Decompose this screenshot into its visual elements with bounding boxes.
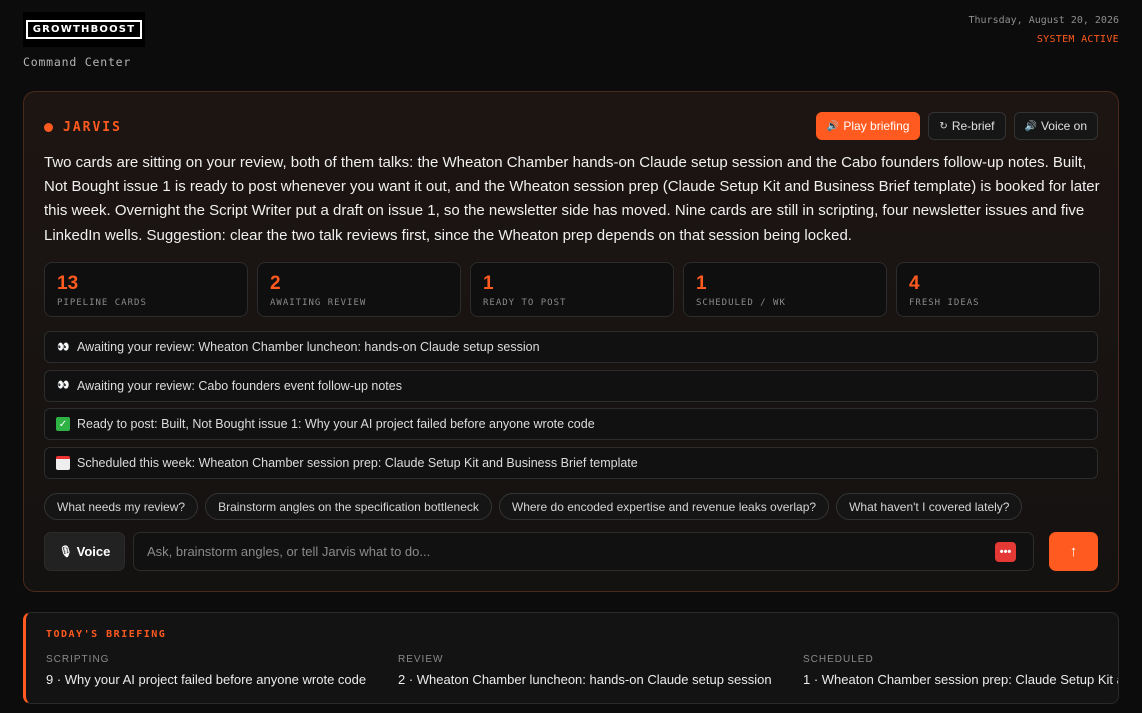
jarvis-panel: JARVIS 🔊 Play briefing ↻ Re-brief 🔊 Voic… xyxy=(23,91,1119,592)
logo-text: GROWTHBOOST xyxy=(25,20,143,39)
suggestion-chip[interactable]: Where do encoded expertise and revenue l… xyxy=(498,493,830,520)
briefing-column-scripting[interactable]: SCRIPTING 9 · Why your AI project failed… xyxy=(46,654,366,687)
stat-label: READY TO POST xyxy=(483,298,567,308)
column-value: 9 · Why your AI project failed before an… xyxy=(46,672,367,687)
send-button[interactable]: ↑ xyxy=(1049,532,1098,571)
stat-label: AWAITING REVIEW xyxy=(270,298,367,308)
jarvis-title: JARVIS xyxy=(63,120,122,135)
stat-value: 4 xyxy=(909,273,920,294)
play-briefing-label: Play briefing xyxy=(843,119,910,133)
rebrief-button[interactable]: ↻ Re-brief xyxy=(928,112,1006,140)
alert-item[interactable]: ✓ Ready to post: Built, Not Bought issue… xyxy=(44,408,1098,440)
play-briefing-button[interactable]: 🔊 Play briefing xyxy=(815,112,921,140)
column-value: 2 · Wheaton Chamber luncheon: hands-on C… xyxy=(398,672,772,687)
alert-item[interactable]: 👀 Awaiting your review: Cabo founders ev… xyxy=(44,369,1098,402)
column-label: REVIEW xyxy=(398,654,444,665)
stat-awaiting-review[interactable]: 2 AWAITING REVIEW xyxy=(257,262,461,317)
system-status: SYSTEM ACTIVE xyxy=(1036,34,1119,45)
arrow-up-icon: ↑ xyxy=(1069,543,1078,560)
stat-value: 1 xyxy=(483,273,494,294)
speaker-icon: 🔊 xyxy=(826,120,840,132)
voice-label: Voice xyxy=(76,544,111,559)
command-input-box: ••• xyxy=(133,532,1034,571)
microphone-icon: 🎙 xyxy=(58,546,73,558)
status-dot-icon xyxy=(44,123,53,132)
eyes-icon: 👀 xyxy=(57,341,69,353)
stats-row: 13 PIPELINE CARDS 2 AWAITING REVIEW 1 RE… xyxy=(44,262,1100,317)
command-input[interactable] xyxy=(147,544,995,559)
stat-value: 2 xyxy=(270,273,281,294)
briefing-text: Two cards are sitting on your review, bo… xyxy=(44,154,1100,244)
todays-briefing-panel: TODAY'S BRIEFING SCRIPTING 9 · Why your … xyxy=(23,612,1119,704)
stat-fresh-ideas[interactable]: 4 FRESH IDEAS xyxy=(896,262,1100,317)
todays-briefing-title: TODAY'S BRIEFING xyxy=(46,629,167,640)
voice-button[interactable]: 🎙 Voice xyxy=(44,532,125,571)
stat-label: SCHEDULED / WK xyxy=(696,298,786,308)
current-date: Thursday, August 20, 2026 xyxy=(968,15,1119,26)
stat-pipeline-cards[interactable]: 13 PIPELINE CARDS xyxy=(44,262,248,317)
column-label: SCHEDULED xyxy=(803,654,874,665)
briefing-column-review[interactable]: REVIEW 2 · Wheaton Chamber luncheon: han… xyxy=(398,654,772,687)
stat-label: FRESH IDEAS xyxy=(909,298,980,308)
alert-text: Ready to post: Built, Not Bought issue 1… xyxy=(77,417,595,431)
suggestion-chip[interactable]: What needs my review? xyxy=(44,493,199,520)
stat-label: PIPELINE CARDS xyxy=(57,298,147,308)
alert-text: Awaiting your review: Wheaton Chamber lu… xyxy=(77,340,540,354)
voice-on-button[interactable]: 🔊 Voice on xyxy=(1013,112,1098,140)
rebrief-label: Re-brief xyxy=(951,119,995,133)
growthboost-logo[interactable]: GROWTHBOOST xyxy=(23,12,145,47)
suggestion-chip[interactable]: Brainstorm angles on the specification b… xyxy=(205,493,492,520)
jarvis-header: JARVIS xyxy=(44,120,122,135)
alert-list: 👀 Awaiting your review: Wheaton Chamber … xyxy=(44,331,1098,485)
speaker-icon: 🔊 xyxy=(1024,120,1037,132)
alert-text: Scheduled this week: Wheaton Chamber ses… xyxy=(77,455,638,470)
column-label: SCRIPTING xyxy=(46,654,110,665)
eyes-icon: 👀 xyxy=(57,380,69,391)
stat-value: 1 xyxy=(696,273,707,294)
more-options-icon[interactable]: ••• xyxy=(995,541,1016,562)
stat-ready-to-post[interactable]: 1 READY TO POST xyxy=(470,262,674,317)
stat-value: 13 xyxy=(57,273,79,294)
column-value: 1 · Wheaton Chamber session prep: Claude… xyxy=(803,672,1119,687)
alert-item[interactable]: 👀 Awaiting your review: Wheaton Chamber … xyxy=(44,331,1098,363)
suggestion-chips: What needs my review? Brainstorm angles … xyxy=(44,493,1023,520)
check-icon: ✓ xyxy=(56,417,70,431)
alert-item[interactable]: Scheduled this week: Wheaton Chamber ses… xyxy=(44,446,1098,479)
jarvis-actions: 🔊 Play briefing ↻ Re-brief 🔊 Voice on xyxy=(815,112,1098,140)
suggestion-chip[interactable]: What haven't I covered lately? xyxy=(836,493,1023,520)
alert-text: Awaiting your review: Cabo founders even… xyxy=(77,378,402,393)
stat-scheduled-week[interactable]: 1 SCHEDULED / WK xyxy=(683,262,887,317)
calendar-icon xyxy=(56,455,70,470)
page-subtitle: Command Center xyxy=(23,55,132,69)
briefing-column-scheduled[interactable]: SCHEDULED 1 · Wheaton Chamber session pr… xyxy=(803,654,1119,687)
refresh-icon: ↻ xyxy=(939,120,948,132)
voice-on-label: Voice on xyxy=(1040,119,1087,133)
